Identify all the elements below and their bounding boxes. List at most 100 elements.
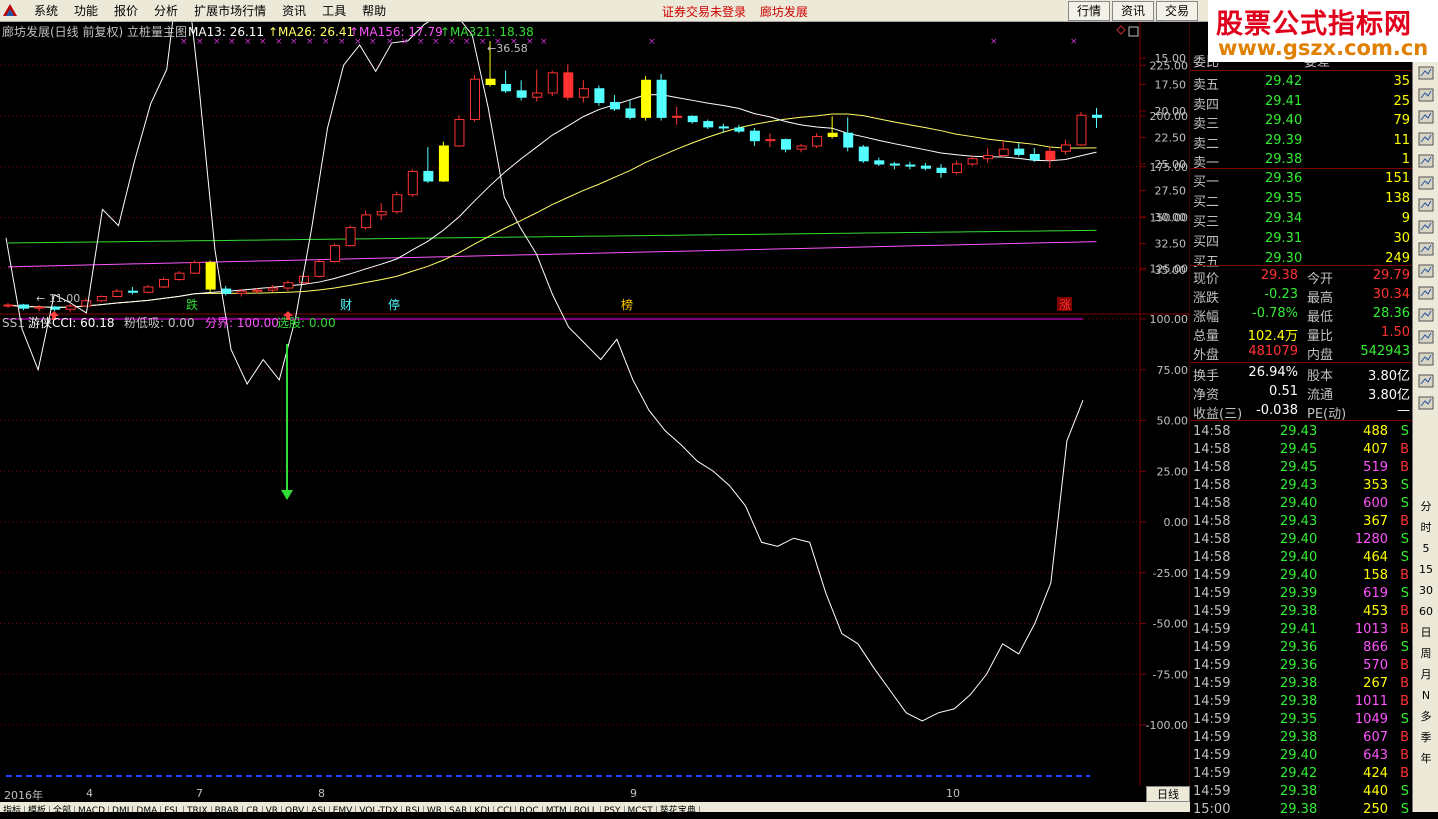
indicator-tab[interactable]: EMV [330,806,357,812]
list-icon[interactable] [1413,132,1438,150]
candle-body [843,132,854,148]
indicator-tab[interactable]: MCST [625,806,657,812]
candle-body [470,78,480,120]
candle-body [672,115,683,118]
rsi-icon[interactable] [1413,308,1438,326]
trade-time: 14:58 [1193,514,1231,529]
trade-side: B [1400,442,1409,457]
indicator-tab[interactable]: ROC [516,806,543,812]
date-label: 2016年 [4,789,43,802]
indicator-tab[interactable]: WR [424,806,447,812]
period-6[interactable]: 日 [1413,626,1438,640]
buy-label: 买二 [1193,195,1220,210]
indicator-tab[interactable]: VR [263,806,283,812]
indicator-tab[interactable]: KDJ [471,806,494,812]
info-icon[interactable] [1413,110,1438,128]
in-out-icon[interactable] [1413,396,1438,414]
period-7[interactable]: 周 [1413,647,1438,661]
menu-item[interactable]: 资讯 [274,3,314,19]
trade-price: 29.35 [1280,712,1318,727]
chart-icon[interactable] [1413,88,1438,106]
trade-price: 29.38 [1280,676,1318,691]
period-3[interactable]: 15 [1413,563,1438,577]
period-0[interactable]: 分 [1413,500,1438,514]
menu-item[interactable]: 扩展市场行情 [186,3,274,19]
period-2[interactable]: 5 [1413,542,1438,556]
trade-row: 14:59 29.39 619 S [1190,585,1412,603]
period-10[interactable]: 多 [1413,710,1438,724]
indicator-tab[interactable]: 指标 [0,806,26,812]
indicator-tab[interactable]: DMA [133,806,162,812]
kline-chart[interactable]: 35.0032.5030.0027.5025.0022.5020.0017.50… [0,22,1190,786]
trade-volume: 519 [1363,460,1388,475]
trade-price: 29.43 [1280,478,1318,493]
tab-zixun[interactable]: 资讯 [1112,1,1155,21]
candle-body [874,160,885,165]
indicator-tab[interactable]: FSL [161,806,184,812]
indicator-tab[interactable]: VOL-TDX [356,806,403,812]
trade-price: 29.45 [1280,442,1318,457]
fiz-icon[interactable] [1413,176,1438,194]
indicator-tab[interactable]: OBV [282,806,309,812]
menu-item[interactable]: 帮助 [354,3,394,19]
indicator-tab[interactable]: TRIX [184,806,212,812]
indicator-tab[interactable]: CR [243,806,263,812]
indicator-tab[interactable]: MTM [543,806,571,812]
zoom-icon[interactable] [1413,374,1438,392]
bar-icon[interactable] [1413,220,1438,238]
trade-time: 14:59 [1193,766,1231,781]
sort-icon[interactable] [1413,330,1438,348]
period-9[interactable]: N [1413,689,1438,703]
menu-item[interactable]: 工具 [314,3,354,19]
candle-body [65,305,76,310]
line2-icon[interactable] [1413,286,1438,304]
period-1[interactable]: 时 [1413,521,1438,535]
indicator-tab[interactable]: BRAR [212,806,244,812]
indicator-tab[interactable]: ASI [308,806,330,812]
candle-body [236,290,247,294]
menu-item[interactable]: 系统 [26,3,66,19]
period-5[interactable]: 60 [1413,605,1438,619]
period-12[interactable]: 年 [1413,752,1438,766]
f10-icon[interactable] [1413,154,1438,172]
menu-item[interactable]: 分析 [146,3,186,19]
indicator-tab[interactable]: SAR [446,806,472,812]
tab-hangqing[interactable]: 行情 [1068,1,1111,21]
event-marker: 停 [388,297,400,312]
stats-icon[interactable] [1413,242,1438,260]
menu-item[interactable]: 报价 [106,3,146,19]
trade-time: 14:58 [1193,496,1231,511]
candle-body [454,118,465,147]
period-4[interactable]: 30 [1413,584,1438,598]
line-icon[interactable] [1413,264,1438,282]
period-11[interactable]: 季 [1413,731,1438,745]
indicator-tab[interactable]: 模板 [25,806,51,812]
indicator-tab[interactable]: CCI [494,806,517,812]
stat-row: 外盘 481079 内盘 542943 [1190,343,1412,363]
stat-value: 29.79 [1372,268,1410,283]
trade-volume: 600 [1363,496,1388,511]
tab-jiaoyi[interactable]: 交易 [1156,1,1199,21]
trade-side: S [1400,802,1409,817]
period-8[interactable]: 月 [1413,668,1438,682]
quote-icon[interactable] [1413,66,1438,84]
move-icon[interactable] [1413,352,1438,370]
fund-row: 换手 26.94% 股本 3.80亿 [1190,364,1412,384]
indicator-tab[interactable]: MACD [75,806,110,812]
candle-body [190,262,201,274]
indicator-tab[interactable]: DMI [109,806,134,812]
trade-side: B [1400,748,1409,763]
indicator-tab[interactable]: 葵花宝典 [657,806,700,812]
period-button[interactable]: 日线 [1146,786,1190,802]
trade-volume: 453 [1363,604,1388,619]
indicator-tab[interactable]: PSY [601,806,625,812]
candle-body [330,245,341,263]
trade-price: 29.42 [1280,766,1318,781]
indicator-tab[interactable]: RSI [402,806,424,812]
indicator-tab[interactable]: BOLL [571,806,601,812]
indicator-tab[interactable]: 全部 [50,806,76,812]
candle-body [501,84,512,92]
candle-body [563,72,574,98]
grid-icon[interactable] [1413,198,1438,216]
menu-item[interactable]: 功能 [66,3,106,19]
